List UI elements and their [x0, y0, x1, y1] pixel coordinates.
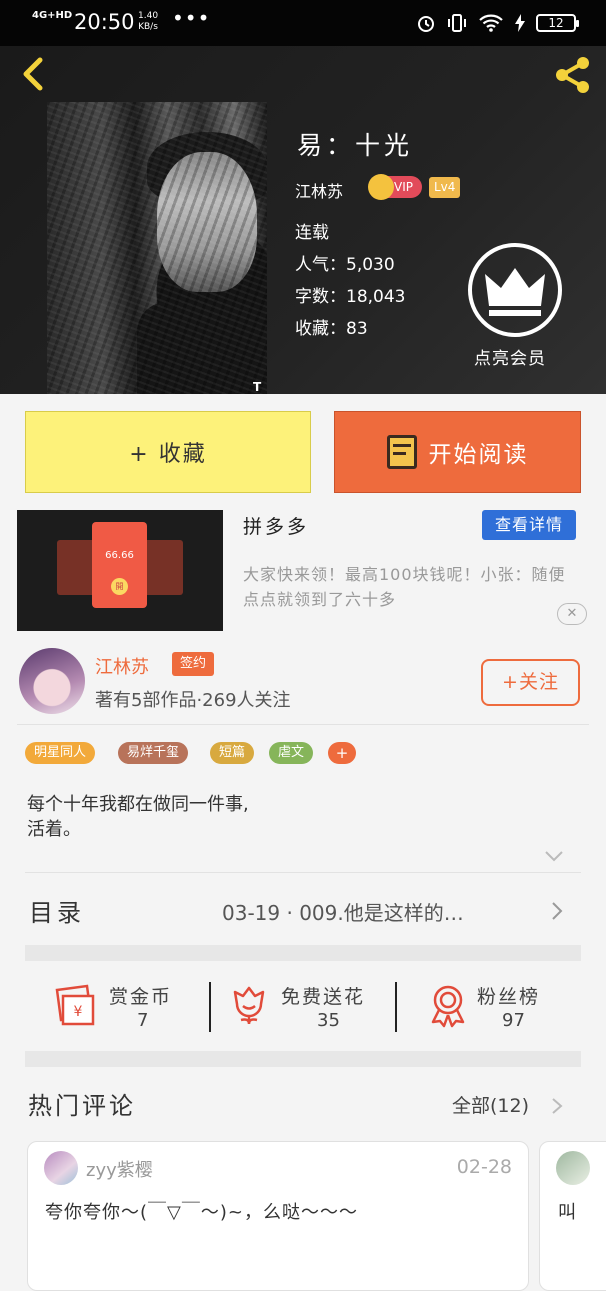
book-intro: 每个十年我都在做同一件事, 活着。: [27, 792, 249, 842]
comment-avatar[interactable]: [44, 1151, 78, 1185]
network-indicator: 4G+HD: [32, 10, 73, 21]
vip-crown-icon: [368, 174, 394, 200]
divider: [395, 982, 397, 1032]
comment-text: 夸你夸你～(￣▽￣～)~，么哒～～～: [45, 1202, 358, 1223]
comment-text: 叫: [558, 1202, 576, 1223]
word-count: 字数：18,043: [295, 287, 406, 307]
wifi-icon: [479, 14, 503, 32]
cover-texture: [47, 102, 267, 394]
stat-value: 7: [137, 1010, 149, 1031]
all-comments-link[interactable]: 全部(12): [452, 1091, 529, 1118]
medal-icon: [431, 985, 465, 1028]
alarm-icon: [418, 16, 434, 32]
collect-button[interactable]: + 收藏: [25, 411, 311, 493]
more-status-icon: •••: [172, 6, 211, 30]
book-title: 易：十光: [297, 131, 414, 160]
divider: [209, 982, 211, 1032]
stat-value: 35: [317, 1010, 340, 1031]
stat-label: 粉丝榜: [477, 986, 541, 1008]
comment-username[interactable]: zyy紫樱: [86, 1156, 153, 1182]
vibrate-icon: [448, 14, 466, 32]
book-header: T 易：十光 江林苏 VIP Lv4 连载 人气：5,030 字数：18,043…: [0, 46, 606, 394]
latest-chapter[interactable]: 03-19 · 009.他是这样的…: [222, 897, 464, 926]
vip-badge: VIP: [368, 174, 422, 200]
hot-comments-title: 热门评论: [28, 1092, 136, 1120]
ad-side-card-right: [143, 540, 183, 595]
level-badge: Lv4: [429, 177, 461, 198]
divider: [17, 724, 589, 725]
stat-label: 赏金币: [109, 986, 173, 1008]
intro-line: 活着。: [27, 819, 81, 840]
ad-title[interactable]: 拼多多: [243, 512, 309, 539]
flower-icon: [233, 986, 265, 1025]
svg-text:¥: ¥: [74, 1004, 83, 1020]
author-name[interactable]: 江林苏: [95, 653, 149, 679]
chevron-right-icon[interactable]: [550, 901, 564, 921]
comment-card[interactable]: zyy紫樱 02-28 夸你夸你～(￣▽￣～)~，么哒～～～: [27, 1141, 529, 1291]
stat-value: 97: [502, 1010, 525, 1031]
member-label[interactable]: 点亮会员: [474, 344, 546, 369]
ad-card-coin-label: 開: [115, 582, 124, 591]
toc-label[interactable]: 目录: [29, 893, 85, 928]
ad-image[interactable]: 66.66 開: [17, 510, 223, 631]
share-icon[interactable]: [550, 52, 594, 96]
stat-label: 免费送花: [281, 986, 366, 1008]
ad-red-packet: 66.66 開: [92, 522, 147, 608]
back-arrow-icon[interactable]: [16, 54, 52, 94]
serial-status: 连载: [295, 223, 329, 243]
section-separator: [25, 1051, 581, 1067]
reward-envelope-icon: ¥: [55, 984, 95, 1026]
comment-date: 02-28: [456, 1156, 512, 1178]
tag-item[interactable]: 短篇: [210, 742, 255, 764]
ad-card-coin: 開: [111, 578, 128, 595]
start-reading-button[interactable]: 开始阅读: [334, 411, 581, 493]
book-icon: [386, 435, 417, 469]
header-author-name[interactable]: 江林苏: [295, 178, 343, 202]
network-speed: 1.40 KB/s: [138, 11, 158, 33]
divider: [25, 872, 581, 873]
author-works: 著有5部作品·269人关注: [95, 690, 291, 711]
ad-description[interactable]: 大家快来领！最高100块钱呢！小张：随便点点就领到了六十多: [243, 562, 573, 612]
status-bar: 4G+HD 20:50 1.40 KB/s ••• 12: [0, 0, 606, 46]
ad-close-button[interactable]: ✕: [557, 603, 587, 625]
vip-label: VIP: [394, 180, 413, 194]
view-details-button[interactable]: 查看详情: [482, 510, 576, 540]
author-avatar[interactable]: [19, 648, 85, 714]
clock: 20:50: [74, 10, 135, 34]
start-reading-label: 开始阅读: [428, 442, 529, 468]
cover-mark: T: [253, 380, 262, 394]
signed-badge: 签约: [172, 652, 215, 676]
battery-icon: 12: [536, 14, 579, 32]
ad-side-card-left: [57, 540, 97, 595]
add-tag-button[interactable]: +: [328, 742, 356, 764]
chevron-right-icon[interactable]: [551, 1097, 563, 1115]
intro-line: 每个十年我都在做同一件事,: [27, 794, 249, 815]
comment-card[interactable]: 叫: [539, 1141, 606, 1291]
tag-item[interactable]: 虐文: [269, 742, 314, 764]
charging-icon: [515, 14, 525, 32]
book-cover[interactable]: T: [47, 102, 267, 394]
status-icons: 12: [416, 12, 579, 34]
popularity: 人气：5,030: [295, 255, 395, 275]
section-separator: [25, 945, 581, 961]
speed-unit: KB/s: [138, 22, 158, 32]
crown-member-icon[interactable]: [467, 242, 563, 338]
tag-item[interactable]: 易烊千玺: [118, 742, 189, 764]
follow-button[interactable]: +关注: [481, 659, 580, 706]
comment-avatar[interactable]: [556, 1151, 590, 1185]
tag-item[interactable]: 明星同人: [25, 742, 96, 764]
favorites-count: 收藏：83: [295, 319, 368, 339]
ad-card-amount: 66.66: [105, 550, 134, 561]
speed-value: 1.40: [138, 11, 159, 21]
chevron-down-icon[interactable]: [544, 850, 564, 862]
